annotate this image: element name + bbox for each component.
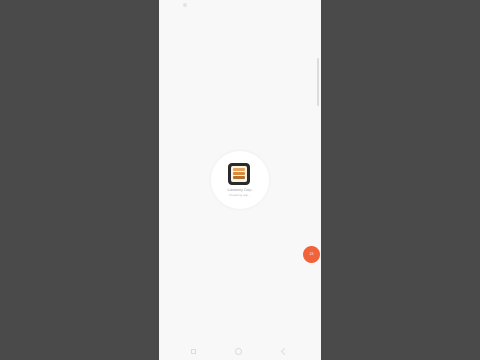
system-navigation-bar bbox=[159, 342, 321, 360]
icon-stripe bbox=[233, 176, 245, 179]
stacked-box-icon bbox=[231, 166, 247, 182]
app-icon bbox=[228, 163, 250, 185]
floating-action-button[interactable]: 23 bbox=[303, 246, 320, 263]
phone-screen: Lobotomy Corp. Preparing app... 23 bbox=[159, 0, 321, 360]
scrollbar[interactable] bbox=[317, 58, 319, 106]
status-indicator bbox=[183, 3, 187, 7]
icon-stripe bbox=[233, 172, 245, 175]
icon-stripe bbox=[233, 168, 245, 171]
app-title: Lobotomy Corp. bbox=[227, 188, 253, 192]
app-loading-card: Lobotomy Corp. Preparing app... bbox=[211, 151, 269, 209]
home-icon[interactable] bbox=[235, 348, 242, 355]
video-frame: Lobotomy Corp. Preparing app... 23 bbox=[0, 0, 480, 360]
fab-label: 23 bbox=[309, 252, 314, 256]
back-icon[interactable] bbox=[280, 348, 287, 355]
recents-icon[interactable] bbox=[190, 348, 197, 355]
loading-status: Preparing app... bbox=[229, 193, 251, 197]
status-bar bbox=[159, 0, 321, 10]
